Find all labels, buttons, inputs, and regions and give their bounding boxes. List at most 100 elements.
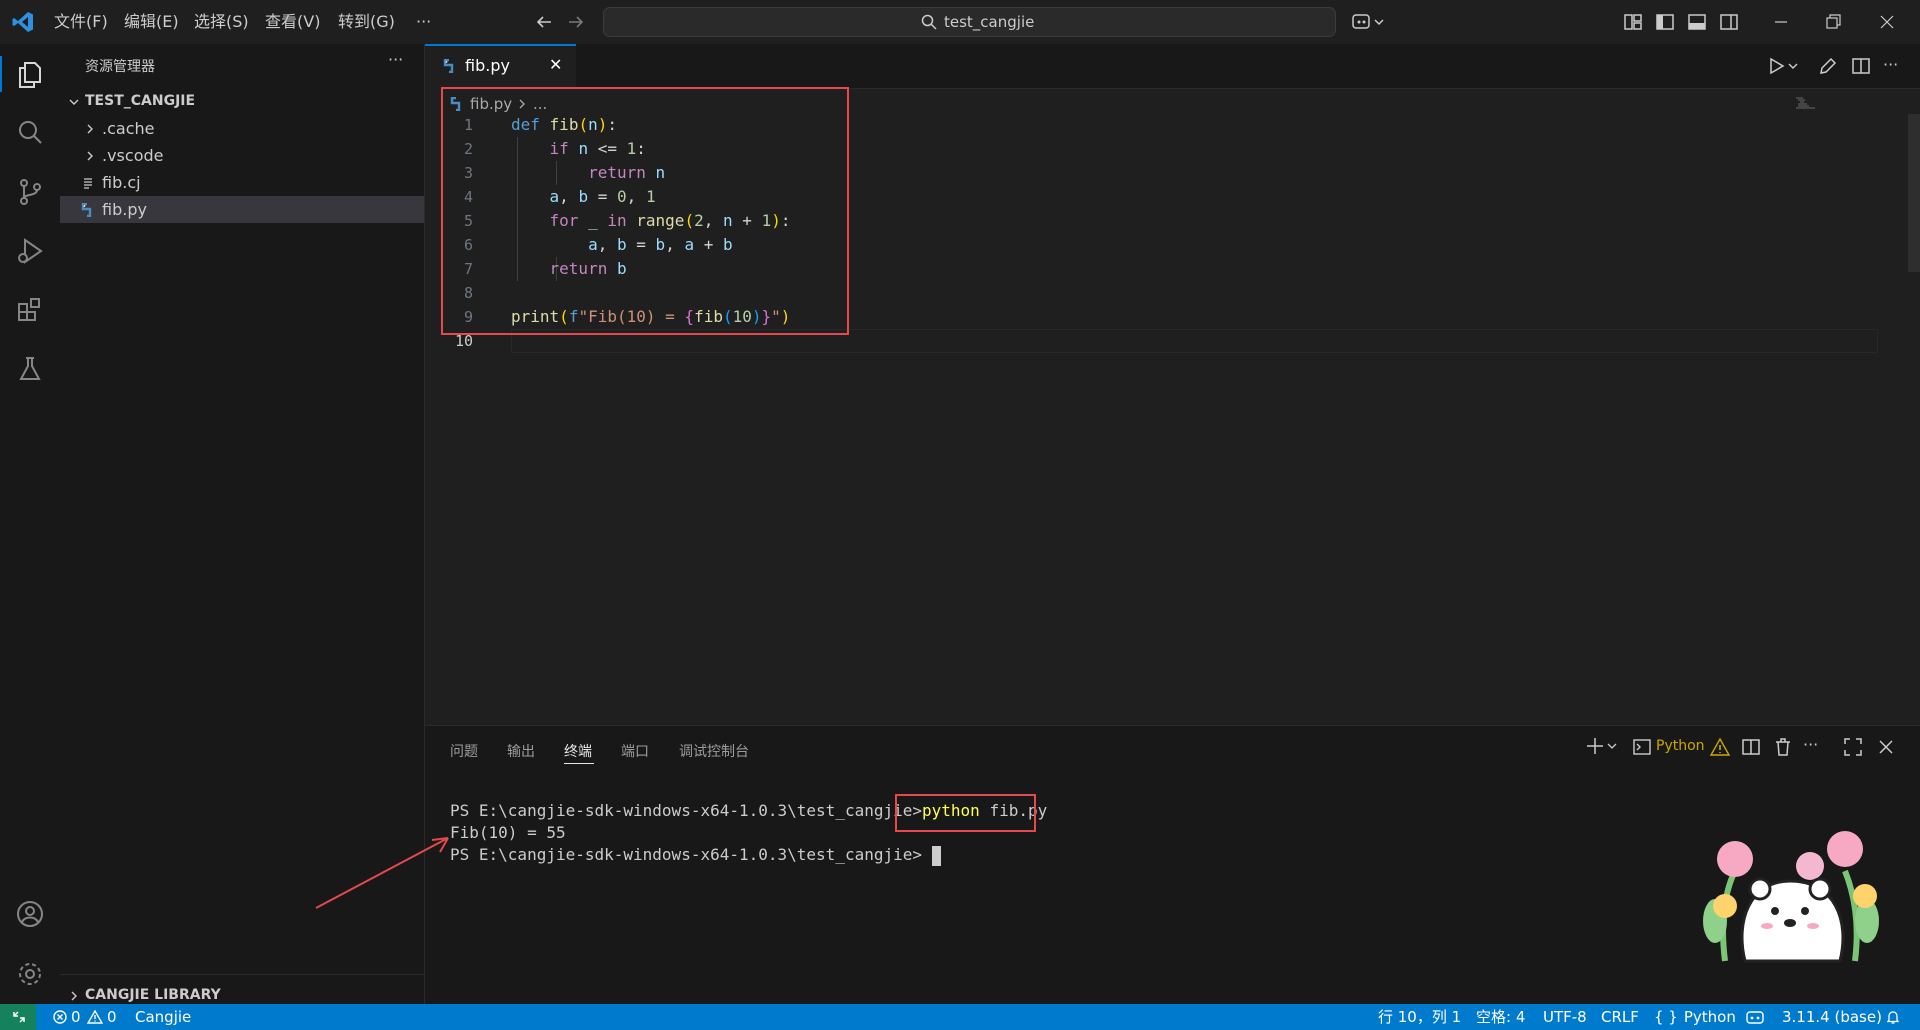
tree-item-label: .vscode xyxy=(102,146,164,165)
title-bar: 文件(F) 编辑(E) 选择(S) 查看(V) 转到(G) ··· test_c… xyxy=(0,0,1920,45)
explorer-icon[interactable] xyxy=(12,56,48,92)
warning-icon xyxy=(1710,737,1730,757)
forward-arrow-icon[interactable] xyxy=(565,11,587,33)
search-icon xyxy=(920,13,938,31)
braces-icon: { } xyxy=(1654,1008,1678,1026)
menu-edit[interactable]: 编辑(E) xyxy=(124,0,179,44)
terminal-prompt: PS E:\cangjie-sdk-windows-x64-1.0.3\test… xyxy=(450,845,923,864)
menu-go[interactable]: 转到(G) xyxy=(338,0,395,44)
explorer-more-actions[interactable]: ··· xyxy=(388,50,403,69)
copilot-status-icon[interactable] xyxy=(1745,1009,1765,1025)
restore-icon[interactable] xyxy=(1822,11,1844,33)
edit-pencil-icon[interactable] xyxy=(1817,55,1839,77)
bottom-panel: 问题 输出 终端 端口 调试控制台 Python ··· PS E:\cangj… xyxy=(425,725,1920,1005)
notifications-bell-icon[interactable] xyxy=(1885,1009,1901,1025)
tree-item-label: .cache xyxy=(102,119,155,138)
tree-item-label: fib.py xyxy=(102,200,147,219)
command-center-text: test_cangjie xyxy=(944,13,1035,31)
toggle-secondary-sidebar-icon[interactable] xyxy=(1718,11,1740,33)
search-icon[interactable] xyxy=(12,115,48,151)
status-encoding[interactable]: UTF-8 xyxy=(1543,1004,1587,1030)
workspace-root[interactable]: TEST_CANGJIE xyxy=(60,88,424,115)
status-language[interactable]: { } Python xyxy=(1654,1004,1736,1030)
annotation-arrow xyxy=(310,828,460,913)
editor-scrollbar[interactable] xyxy=(1908,114,1920,272)
code-editor[interactable]: fib.py ... 1 2 3 4 5 6 7 8 9 10 def fib(… xyxy=(425,87,1920,725)
error-icon xyxy=(52,1009,68,1025)
close-panel-icon[interactable] xyxy=(1875,736,1897,758)
maximize-panel-icon[interactable] xyxy=(1842,736,1864,758)
settings-gear-icon[interactable] xyxy=(12,956,48,992)
split-terminal-icon[interactable] xyxy=(1740,736,1762,758)
active-tab-underline xyxy=(564,763,594,764)
warning-count: 0 xyxy=(107,1008,117,1026)
command-center-search[interactable]: test_cangjie xyxy=(603,7,1336,37)
tree-item-vscode[interactable]: .vscode xyxy=(60,142,424,169)
status-language-label: Python xyxy=(1683,1008,1736,1026)
terminal-cursor xyxy=(931,845,941,866)
testing-flask-icon[interactable] xyxy=(12,351,48,387)
menu-selection[interactable]: 选择(S) xyxy=(194,0,249,44)
run-debug-icon[interactable] xyxy=(12,233,48,269)
close-window-icon[interactable] xyxy=(1876,11,1898,33)
panel-tab-ports[interactable]: 端口 xyxy=(621,741,649,761)
terminal-prompt: PS E:\cangjie-sdk-windows-x64-1.0.3\test… xyxy=(450,801,923,820)
terminal-shell-label: Python xyxy=(1656,738,1705,754)
tree-item-fib-cj[interactable]: fib.cj xyxy=(60,169,424,196)
explorer-title: 资源管理器 xyxy=(85,59,155,75)
panel-tab-output[interactable]: 输出 xyxy=(507,741,535,761)
status-cursor-position[interactable]: 行 10，列 1 xyxy=(1378,1004,1461,1030)
workspace-root-label: TEST_CANGJIE xyxy=(85,93,196,109)
terminal-icon xyxy=(1632,737,1652,757)
tree-item-fib-py[interactable]: fib.py xyxy=(60,196,424,223)
panel-tab-problems[interactable]: 问题 xyxy=(450,741,478,761)
panel-tab-terminal[interactable]: 终端 xyxy=(564,741,592,761)
accounts-icon[interactable] xyxy=(12,896,48,932)
status-project[interactable]: Cangjie xyxy=(135,1004,191,1030)
warning-icon xyxy=(87,1009,103,1025)
panel-more-actions[interactable]: ··· xyxy=(1803,735,1818,754)
tab-fib-py[interactable]: fib.py ✕ xyxy=(425,44,576,89)
extensions-icon[interactable] xyxy=(12,292,48,328)
toggle-panel-icon[interactable] xyxy=(1686,11,1708,33)
error-count: 0 xyxy=(71,1008,81,1026)
bear-with-flowers-sticker xyxy=(1695,811,1885,981)
file-lines-icon xyxy=(82,177,94,189)
vscode-logo-icon xyxy=(11,10,35,34)
remote-icon xyxy=(11,1009,27,1025)
python-file-icon xyxy=(442,59,456,73)
new-terminal-icon[interactable] xyxy=(1585,735,1619,757)
tab-close-icon[interactable]: ✕ xyxy=(549,55,562,74)
status-eol[interactable]: CRLF xyxy=(1601,1004,1639,1030)
status-interpreter[interactable]: 3.11.4 (base) xyxy=(1782,1004,1882,1030)
minimap[interactable] xyxy=(1795,97,1825,109)
run-python-file-icon[interactable] xyxy=(1767,55,1801,77)
command-highlight-box xyxy=(895,794,1036,832)
tree-item-cache[interactable]: .cache xyxy=(60,115,424,142)
menu-more[interactable]: ··· xyxy=(416,0,431,44)
editor-more-actions[interactable]: ··· xyxy=(1883,55,1898,74)
divider xyxy=(60,974,424,975)
active-indicator xyxy=(0,56,2,92)
menu-view[interactable]: 查看(V) xyxy=(265,0,320,44)
back-arrow-icon[interactable] xyxy=(533,11,555,33)
panel-tab-debug-console[interactable]: 调试控制台 xyxy=(679,741,749,761)
tab-label: fib.py xyxy=(465,56,510,75)
activity-bar xyxy=(0,44,61,1004)
editor-tab-bar: ··· xyxy=(425,44,1920,89)
menu-file[interactable]: 文件(F) xyxy=(54,0,108,44)
source-control-icon[interactable] xyxy=(12,174,48,210)
toggle-primary-sidebar-icon[interactable] xyxy=(1654,11,1676,33)
remote-indicator[interactable] xyxy=(0,1004,36,1030)
kill-terminal-trash-icon[interactable] xyxy=(1772,736,1794,758)
code-highlight-box xyxy=(441,87,849,335)
tree-item-label: fib.cj xyxy=(102,173,141,192)
copilot-icon[interactable] xyxy=(1351,11,1385,33)
python-file-icon xyxy=(80,203,94,217)
split-editor-icon[interactable] xyxy=(1850,55,1872,77)
status-indentation[interactable]: 空格: 4 xyxy=(1476,1004,1525,1030)
customize-layout-icon[interactable] xyxy=(1622,11,1644,33)
status-bar: 0 0 Cangjie 行 10，列 1 空格: 4 UTF-8 CRLF { … xyxy=(0,1004,1920,1030)
minimize-icon[interactable] xyxy=(1770,11,1792,33)
chevron-right-icon xyxy=(68,990,80,1002)
